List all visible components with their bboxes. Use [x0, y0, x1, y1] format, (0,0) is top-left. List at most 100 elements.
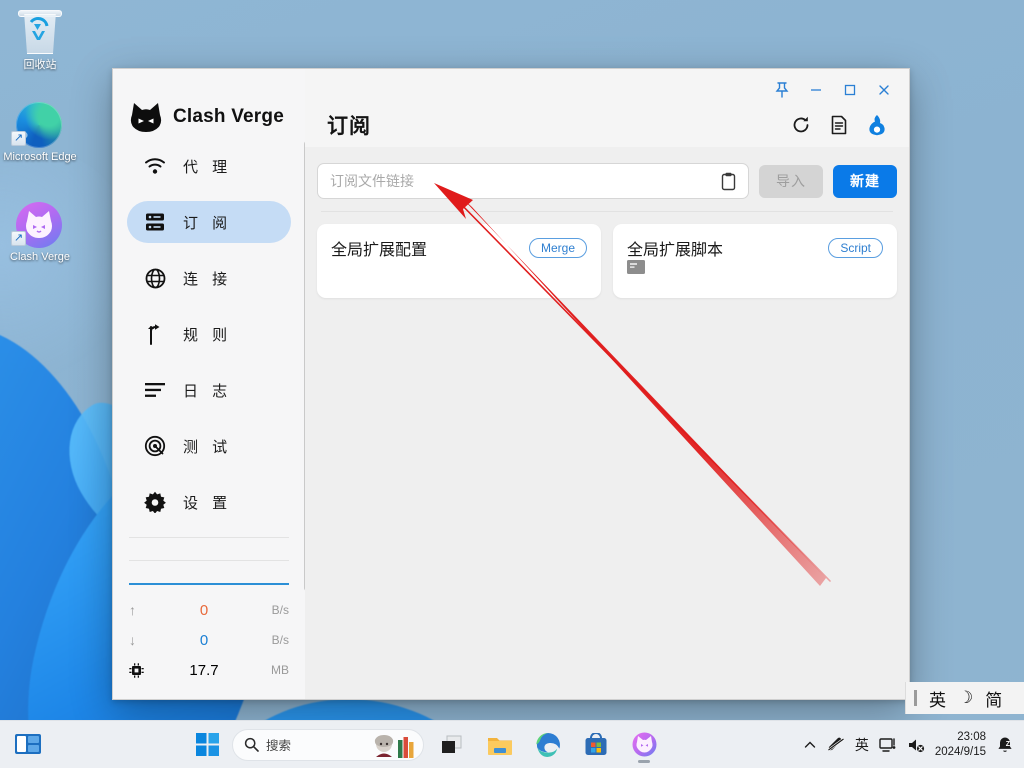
windows-start-icon[interactable]: [190, 728, 224, 762]
arrow-down-icon: ↓: [129, 632, 153, 648]
network-display-icon[interactable]: [879, 737, 897, 753]
file-icon[interactable]: [829, 115, 849, 135]
widgets-icon[interactable]: [14, 732, 44, 758]
sidebar-item-rules[interactable]: 规 则: [127, 313, 291, 355]
desktop-icon-clash-verge[interactable]: ↗ Clash Verge: [1, 200, 79, 264]
app-brand-label: Clash Verge: [173, 106, 284, 128]
recycle-bin-icon: [1, 8, 79, 56]
divider-line: [129, 537, 289, 538]
header-actions: [791, 114, 887, 136]
toolbar-divider: [321, 211, 893, 212]
main-pane: 订阅: [305, 69, 909, 699]
close-window-button[interactable]: [867, 75, 901, 105]
wifi-icon: [127, 157, 183, 175]
sidebar-item-label: 日 志: [183, 380, 232, 401]
memory-unit: MB: [255, 663, 289, 677]
maximize-window-button[interactable]: [833, 75, 867, 105]
notification-bell-icon[interactable]: Z: [996, 736, 1014, 754]
traffic-accent-line: [129, 583, 289, 585]
upload-unit: B/s: [255, 603, 289, 617]
taskbar-app-task-view[interactable]: [432, 725, 472, 765]
ime-caret-icon: [914, 690, 917, 706]
ime-moon-icon[interactable]: ☽: [958, 688, 973, 708]
speaker-muted-icon[interactable]: [907, 737, 925, 753]
taskbar-app-microsoft-edge[interactable]: [528, 725, 568, 765]
search-placeholder-label: 搜索: [266, 735, 291, 754]
import-button[interactable]: 导入: [759, 165, 823, 198]
stat-download: ↓ 0 B/s: [129, 625, 289, 655]
minimize-window-button[interactable]: [799, 75, 833, 105]
taskbar-app-file-explorer[interactable]: [480, 725, 520, 765]
profile-card-title: 全局扩展脚本: [627, 236, 723, 260]
desktop-icon-recycle-bin[interactable]: 回收站: [1, 8, 79, 72]
taskbar-app-microsoft-store[interactable]: [576, 725, 616, 765]
desktop-icon-microsoft-edge[interactable]: ↗ Microsoft Edge: [1, 100, 79, 164]
sidebar-dividers: [113, 537, 305, 593]
sidebar-item-connections[interactable]: 连 接: [127, 257, 291, 299]
refresh-icon[interactable]: [791, 115, 811, 135]
flame-icon[interactable]: [867, 114, 887, 136]
memory-value: 17.7: [153, 662, 255, 679]
sidebar-item-test[interactable]: 测 试: [127, 425, 291, 467]
ime-mode-label[interactable]: 英: [929, 686, 946, 711]
clash-verge-window: Clash Verge 代 理: [112, 68, 910, 700]
app-brand: Clash Verge: [113, 69, 305, 133]
pin-window-button[interactable]: [765, 75, 799, 105]
desktop-icon-label: Microsoft Edge: [1, 151, 79, 164]
gear-icon: [127, 491, 183, 513]
clipboard-icon[interactable]: [716, 169, 740, 193]
search-input[interactable]: [330, 173, 716, 189]
memory-chip-icon: [129, 663, 153, 678]
globe-icon: [127, 268, 183, 289]
svg-text:Z: Z: [1006, 741, 1011, 748]
console-file-icon[interactable]: [627, 261, 645, 278]
branch-icon: [127, 323, 183, 345]
new-profile-button[interactable]: 新建: [833, 165, 897, 198]
ime-script-label[interactable]: 简: [985, 686, 1002, 711]
chevron-up-icon[interactable]: [803, 738, 817, 752]
sidebar-item-proxies[interactable]: 代 理: [127, 145, 291, 187]
download-unit: B/s: [255, 633, 289, 647]
clash-verge-icon: ↗: [1, 200, 79, 248]
stat-memory: 17.7 MB: [129, 655, 289, 685]
taskbar-left: [0, 732, 190, 758]
profile-card-chip: Merge: [529, 238, 587, 258]
profile-card-list: 全局扩展配置 Merge 全局扩展脚本 Script: [317, 224, 897, 298]
sidebar-item-logs[interactable]: 日 志: [127, 369, 291, 411]
sidebar-item-label: 代 理: [183, 156, 232, 177]
sidebar-item-label: 规 则: [183, 324, 232, 345]
taskbar-search[interactable]: 搜索: [232, 729, 424, 761]
sidebar-item-label: 连 接: [183, 268, 232, 289]
download-value: 0: [153, 632, 255, 649]
taskbar-clock[interactable]: 23:08 2024/9/15: [935, 730, 986, 760]
running-indicator: [638, 760, 650, 763]
ime-english-icon[interactable]: 英: [855, 735, 869, 755]
list-icon: [127, 382, 183, 398]
profile-card-title: 全局扩展配置: [331, 236, 427, 260]
sidebar-item-label: 订 阅: [183, 212, 232, 233]
clock-date: 2024/9/15: [935, 745, 986, 760]
subscription-url-field[interactable]: [317, 163, 749, 199]
search-icon: [244, 737, 259, 752]
sidebar-item-label: 设 置: [183, 492, 232, 513]
ime-indicator-bar[interactable]: 英 ☽ 简: [905, 682, 1024, 714]
sidebar-item-profiles[interactable]: 订 阅: [127, 201, 291, 243]
page-content: 导入 新建 全局扩展配置 Merge 全局扩展脚本 Script: [305, 147, 909, 699]
profile-card-script[interactable]: 全局扩展脚本 Script: [613, 224, 897, 298]
radar-icon: [127, 435, 183, 457]
divider-line: [129, 560, 289, 561]
traffic-stats: ↑ 0 B/s ↓ 0 B/s: [113, 593, 305, 699]
search-books-icon: [397, 736, 417, 758]
pen-disabled-icon[interactable]: [827, 737, 845, 753]
profile-card-merge[interactable]: 全局扩展配置 Merge: [317, 224, 601, 298]
system-tray: 英 23:08 2024/9/15: [803, 730, 1024, 760]
taskbar-center: 搜索: [190, 725, 803, 765]
page-header: 订阅: [305, 103, 909, 147]
arrow-up-icon: ↑: [129, 602, 153, 618]
taskbar-app-clash-verge[interactable]: [624, 725, 664, 765]
page-title: 订阅: [327, 110, 371, 140]
search-avatar-icon: [371, 733, 397, 759]
microsoft-edge-icon: ↗: [1, 100, 79, 148]
sidebar-item-settings[interactable]: 设 置: [127, 481, 291, 523]
clash-verge-logo-icon: [129, 102, 163, 132]
